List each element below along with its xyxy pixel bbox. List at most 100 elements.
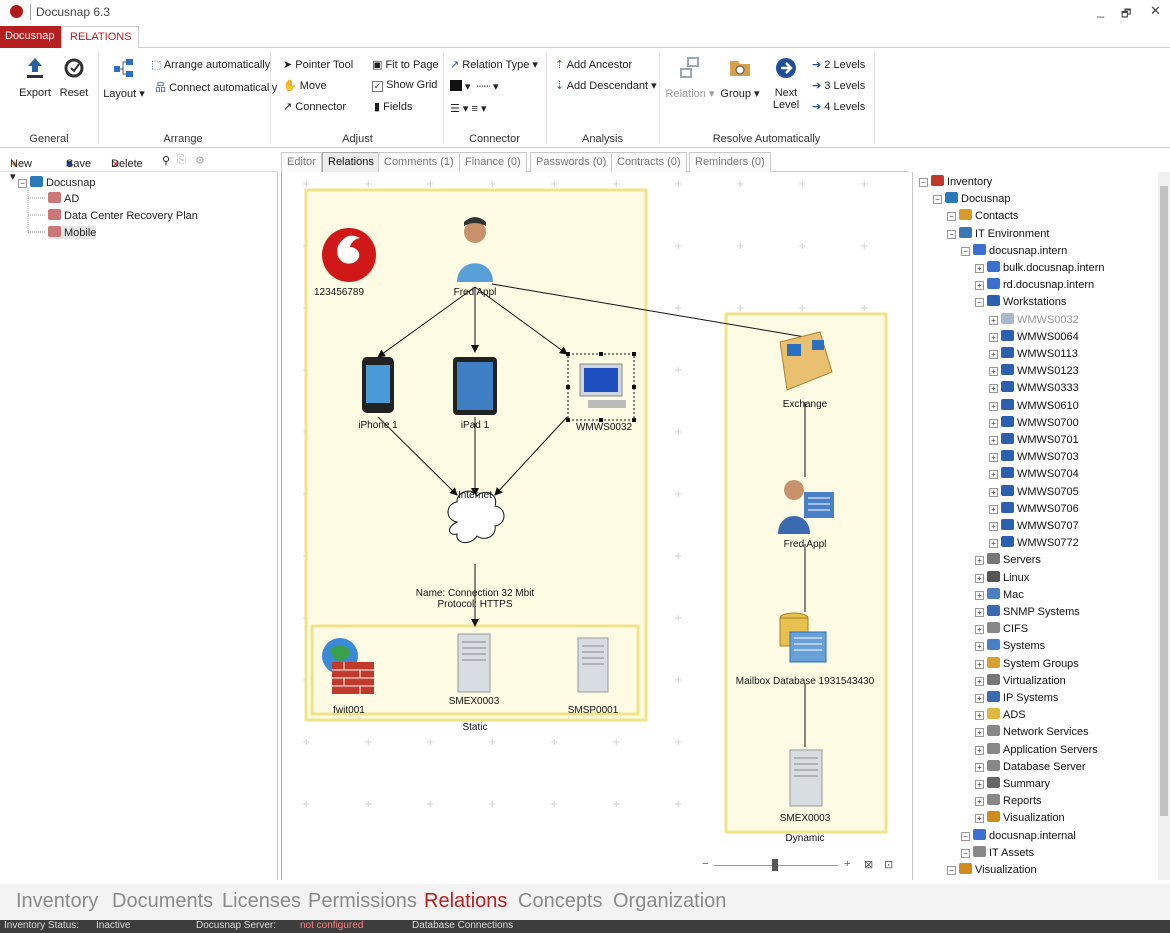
tab-contracts[interactable]: Contracts (0)	[611, 152, 687, 172]
tree-node[interactable]: + Virtualization	[975, 673, 1066, 687]
tree-node[interactable]: + IP Systems	[975, 691, 1058, 704]
expand-toggle-icon[interactable]: +	[975, 264, 984, 273]
zoom-thumb[interactable]	[772, 859, 778, 871]
zoom-slider[interactable]: − + ⊠ ⊡	[702, 858, 902, 874]
expand-toggle-icon[interactable]: +	[989, 367, 998, 377]
zoom-in-icon[interactable]: +	[844, 858, 850, 870]
tree-node[interactable]: − docusnap.intern	[961, 243, 1067, 257]
tree-node[interactable]: + Visualization	[975, 811, 1065, 824]
expand-toggle-icon[interactable]: +	[989, 401, 998, 411]
expand-toggle-icon[interactable]: +	[989, 470, 998, 480]
line-style-dropdown[interactable]: ☰ ▾ ≡ ▾	[450, 102, 487, 115]
expand-toggle-icon[interactable]: +	[975, 728, 984, 738]
expand-toggle-icon[interactable]: +	[975, 814, 984, 824]
next-level-button[interactable]: Next Level	[768, 56, 804, 111]
tree-node[interactable]: + WMWS0772	[989, 536, 1079, 549]
show-grid-checkbox[interactable]: ✓ Show Grid	[372, 79, 437, 92]
tree-node[interactable]: − Workstations	[975, 295, 1066, 308]
expand-toggle-icon[interactable]: +	[989, 384, 998, 394]
add-descendant-button[interactable]: ⇣ Add Descendant ▾	[555, 79, 657, 92]
three-levels-button[interactable]: ➔ 3 Levels	[812, 79, 865, 92]
relation-dropdown-button[interactable]: Relation ▾	[665, 56, 715, 100]
tree-node[interactable]: + SNMP Systems	[975, 605, 1080, 618]
server-status-value[interactable]: not configured	[300, 920, 363, 931]
tree-node[interactable]: − IT Assets	[961, 845, 1034, 859]
expand-toggle-icon[interactable]: +	[975, 608, 984, 617]
tab-comments[interactable]: Comments (1)	[378, 152, 460, 172]
expand-toggle-icon[interactable]: −	[961, 246, 970, 256]
expand-toggle-icon[interactable]: +	[975, 556, 984, 566]
expand-toggle-icon[interactable]: −	[947, 229, 956, 239]
tree-node[interactable]: + WMWS0610	[989, 398, 1079, 412]
connector-tool-button[interactable]: ↗ Connector	[283, 100, 346, 113]
expand-toggle-icon[interactable]: +	[989, 522, 998, 531]
tree-node[interactable]: − IT Environment	[947, 226, 1049, 240]
tree-node[interactable]: + ADS	[975, 708, 1026, 721]
tree-node[interactable]: + Reports	[975, 794, 1042, 807]
expand-toggle-icon[interactable]: +	[975, 694, 984, 703]
ipad-node[interactable]	[453, 357, 497, 415]
expand-toggle-icon[interactable]: −	[975, 298, 984, 308]
reset-button[interactable]: Reset	[55, 56, 93, 99]
nav-licenses[interactable]: Licenses	[222, 890, 301, 913]
arrange-auto-button[interactable]: ⬚ Arrange automatically	[151, 58, 270, 71]
tree-node[interactable]: − docusnap.internal	[961, 828, 1076, 842]
nav-permissions[interactable]: Permissions	[308, 890, 417, 913]
four-levels-button[interactable]: ➔ 4 Levels	[812, 100, 865, 113]
tree-node[interactable]: + WMWS0704	[989, 467, 1079, 480]
expand-toggle-icon[interactable]: +	[975, 642, 984, 652]
move-button[interactable]: ✋ Move	[283, 79, 327, 92]
tree-node[interactable]: + WMWS0113	[989, 347, 1078, 360]
pointer-tool-button[interactable]: ➤ Pointer Tool	[283, 58, 353, 71]
expand-toggle-icon[interactable]: +	[989, 332, 998, 342]
tree-node[interactable]: + bulk.docusnap.intern	[975, 261, 1105, 274]
expand-toggle-icon[interactable]: +	[975, 780, 984, 789]
vodafone-node[interactable]	[322, 228, 376, 282]
tree-node[interactable]: + System Groups	[975, 656, 1079, 670]
tab-relations[interactable]: RELATIONS	[61, 26, 139, 49]
tree-node[interactable]: + WMWS0064	[989, 329, 1079, 343]
expand-toggle-icon[interactable]: +	[975, 745, 984, 755]
line-color-dropdown[interactable]: ▾ ┈┈ ▾	[450, 80, 499, 93]
tab-reminders[interactable]: Reminders (0)	[689, 152, 771, 172]
zoom-actual-icon[interactable]: ⊡	[884, 858, 893, 871]
tab-relations-doc[interactable]: Relations	[322, 152, 380, 172]
preview-icon[interactable]: ⎘	[177, 154, 186, 167]
expand-toggle-icon[interactable]: +	[975, 625, 984, 635]
tree-node[interactable]: + Mac	[975, 587, 1024, 601]
expand-toggle-icon[interactable]: +	[989, 487, 998, 497]
tree-node[interactable]: + WMWS0705	[989, 484, 1079, 498]
expand-toggle-icon[interactable]: +	[975, 590, 984, 600]
tree-node[interactable]: + Summary	[975, 777, 1050, 790]
expand-toggle-icon[interactable]: +	[989, 436, 998, 445]
add-ancestor-button[interactable]: ⇡ Add Ancestor	[555, 58, 632, 71]
nav-inventory[interactable]: Inventory	[16, 890, 98, 913]
tree-node[interactable]: + CIFS	[975, 622, 1028, 635]
expand-toggle-icon[interactable]: +	[989, 539, 998, 549]
expand-toggle-icon[interactable]: +	[989, 350, 998, 359]
tree-node[interactable]: − Contacts	[947, 209, 1018, 222]
expand-toggle-icon[interactable]: −	[919, 178, 928, 187]
two-levels-button[interactable]: ➔ 2 Levels	[812, 58, 865, 71]
tab-finance[interactable]: Finance (0)	[459, 152, 527, 172]
expand-toggle-icon[interactable]: +	[975, 659, 984, 669]
minimize-button[interactable]: _	[1097, 3, 1104, 18]
connect-auto-button[interactable]: 品 Connect automatically	[155, 79, 277, 95]
expand-toggle-icon[interactable]: +	[975, 711, 984, 721]
layout-button[interactable]: Layout ▾	[102, 56, 146, 100]
tree-node[interactable]: + Application Servers	[975, 742, 1098, 756]
tree-node[interactable]: + Servers	[975, 553, 1041, 566]
fit-page-button[interactable]: ▣ Fit to Page	[372, 58, 439, 71]
settings-icon[interactable]: ⚙	[195, 154, 205, 167]
expand-toggle-icon[interactable]: +	[975, 573, 984, 583]
tree-scrollbar[interactable]	[1158, 172, 1170, 880]
export-button[interactable]: Export	[15, 56, 55, 99]
tree-node[interactable]: − Visualization	[947, 863, 1037, 876]
search-icon[interactable]: ⚲	[162, 154, 170, 167]
tab-docusnap[interactable]: Docusnap	[0, 26, 61, 48]
tree-node[interactable]: + Database Server	[975, 759, 1086, 773]
tree-node[interactable]: + WMWS0123	[989, 364, 1079, 377]
tab-editor[interactable]: Editor	[281, 152, 322, 172]
expand-toggle-icon[interactable]: +	[989, 315, 998, 325]
tree-node[interactable]: − Docusnap	[933, 192, 1011, 205]
